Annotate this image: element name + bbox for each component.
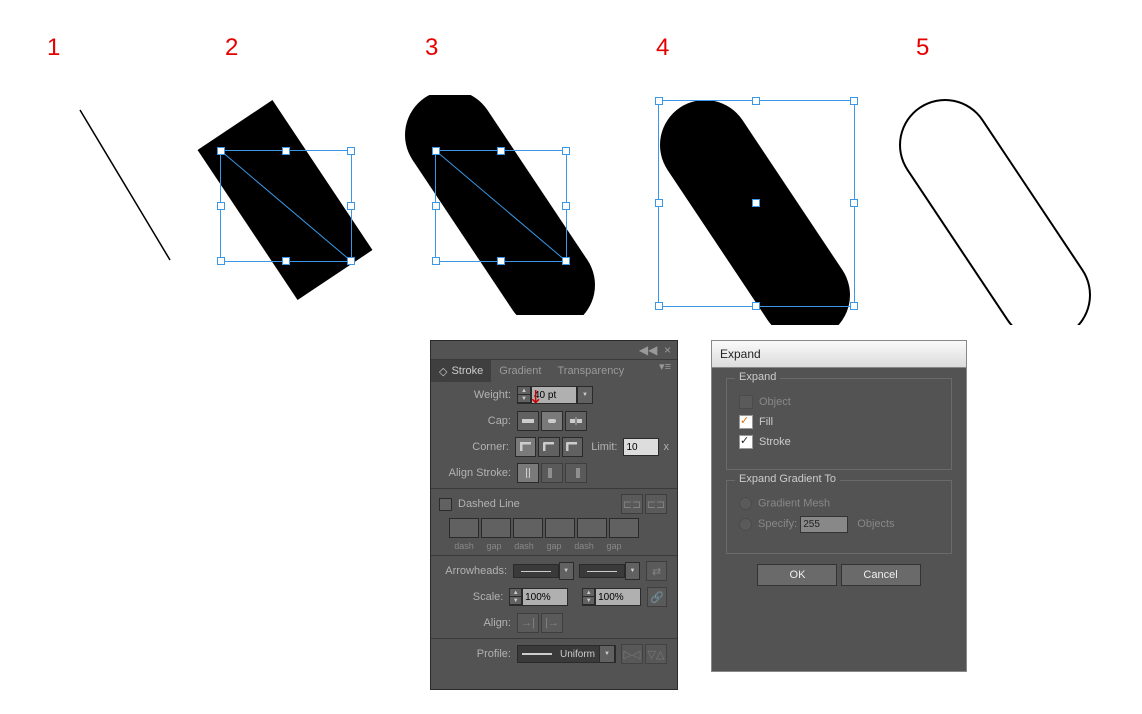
- gap2-input[interactable]: [545, 518, 575, 538]
- arrowheads-label: Arrowheads:: [439, 565, 513, 577]
- step2-shape-area: [190, 95, 380, 305]
- gap-col-label-1: gap: [479, 541, 509, 551]
- gap-col-label-2: gap: [539, 541, 569, 551]
- limit-unit-label: x: [663, 441, 669, 453]
- expand-dialog: Expand Expand Object Fill Stroke Expand …: [711, 340, 967, 672]
- gradient-mesh-radio: [739, 497, 752, 510]
- dash2-input[interactable]: [513, 518, 543, 538]
- dashed-line-label: Dashed Line: [458, 498, 520, 510]
- gradient-mesh-label: Gradient Mesh: [758, 497, 830, 509]
- dash3-input[interactable]: [577, 518, 607, 538]
- step4-shape-area: [640, 95, 870, 325]
- arrow-start-swatch[interactable]: [513, 564, 558, 578]
- expand-dialog-titlebar: Expand: [712, 341, 966, 368]
- corner-miter-button[interactable]: [515, 437, 536, 457]
- profile-label: Profile:: [439, 648, 517, 660]
- gap3-input[interactable]: [609, 518, 639, 538]
- corner-round-button[interactable]: [538, 437, 559, 457]
- tab-transparency[interactable]: Transparency: [549, 360, 632, 382]
- cap-projecting-button[interactable]: [565, 411, 587, 431]
- gap1-input[interactable]: [481, 518, 511, 538]
- scale-start-stepper[interactable]: ▲▼: [509, 588, 522, 606]
- step-number-3: 3: [425, 34, 438, 62]
- cap-round-button[interactable]: [541, 411, 563, 431]
- scale-link-button[interactable]: 🔗: [647, 587, 667, 607]
- step1-line: [50, 100, 190, 270]
- scale-end-stepper[interactable]: ▲▼: [582, 588, 595, 606]
- dash1-input[interactable]: [449, 518, 479, 538]
- arrow-end-dropdown[interactable]: ▼: [625, 562, 640, 580]
- stroke-checkbox[interactable]: [739, 435, 753, 449]
- profile-flip-y-button[interactable]: ▽△: [645, 644, 667, 664]
- dash-align-preserve-button[interactable]: ⊏⊐: [621, 494, 643, 514]
- weight-dropdown[interactable]: ▼: [577, 386, 593, 404]
- cancel-button[interactable]: Cancel: [841, 564, 921, 586]
- step-number-4: 4: [656, 34, 669, 62]
- fill-label: Fill: [759, 416, 773, 428]
- stroke-panel: ◀◀ × ◇ Stroke Gradient Transparency ▾≡ W…: [430, 340, 678, 690]
- cap-butt-button[interactable]: [517, 411, 539, 431]
- tab-stroke-label: Stroke: [451, 365, 483, 377]
- arrow-align-end-button[interactable]: |→: [541, 613, 563, 633]
- arrow-start-dropdown[interactable]: ▼: [559, 562, 574, 580]
- align-stroke-label: Align Stroke:: [439, 467, 517, 479]
- limit-label: Limit:: [591, 441, 623, 453]
- cap-label: Cap:: [439, 415, 517, 427]
- panel-collapse-icon[interactable]: ◀◀ ×: [431, 341, 677, 360]
- dash-col-label-1: dash: [449, 541, 479, 551]
- specify-radio: [739, 518, 752, 531]
- align-label: Align:: [439, 617, 517, 629]
- tab-stroke[interactable]: ◇ Stroke: [431, 360, 491, 382]
- step-number-2: 2: [225, 34, 238, 62]
- profile-value: Uniform: [556, 649, 599, 660]
- fill-checkbox[interactable]: [739, 415, 753, 429]
- objects-label: Objects: [857, 518, 894, 530]
- step5-outline: [880, 95, 1110, 325]
- dash-col-label-2: dash: [509, 541, 539, 551]
- object-checkbox: [739, 395, 753, 409]
- object-label: Object: [759, 396, 791, 408]
- dash-col-label-3: dash: [569, 541, 599, 551]
- expand-section-label: Expand: [735, 371, 780, 383]
- ok-button[interactable]: OK: [757, 564, 837, 586]
- step-number-1: 1: [47, 34, 60, 62]
- profile-flip-x-button[interactable]: ▷◁: [621, 644, 643, 664]
- corner-label: Corner:: [439, 441, 515, 453]
- arrow-swap-button[interactable]: ⇄: [646, 561, 667, 581]
- profile-preview-icon: [522, 653, 552, 655]
- gap-col-label-3: gap: [599, 541, 629, 551]
- profile-dropdown[interactable]: ▼: [599, 645, 615, 663]
- scale-start-input[interactable]: [522, 588, 568, 606]
- specify-input: [800, 516, 848, 533]
- align-stroke-center-button[interactable]: [517, 463, 539, 483]
- specify-label: Specify:: [758, 518, 797, 530]
- stroke-label: Stroke: [759, 436, 791, 448]
- align-stroke-outside-button[interactable]: [565, 463, 587, 483]
- corner-bevel-button[interactable]: [562, 437, 583, 457]
- expand-gradient-section-label: Expand Gradient To: [735, 473, 840, 485]
- step3-shape-area: [395, 95, 605, 315]
- align-stroke-inside-button[interactable]: [541, 463, 563, 483]
- step-number-5: 5: [916, 34, 929, 62]
- weight-label: Weight:: [439, 389, 517, 401]
- tab-gradient[interactable]: Gradient: [491, 360, 549, 382]
- scale-end-input[interactable]: [595, 588, 641, 606]
- scale-label: Scale:: [439, 591, 509, 603]
- dash-align-corners-button[interactable]: ⊏⊐: [645, 494, 667, 514]
- arrow-align-tip-button[interactable]: →|: [517, 613, 539, 633]
- dashed-line-checkbox[interactable]: [439, 498, 452, 511]
- arrow-end-swatch[interactable]: [579, 564, 624, 578]
- limit-input[interactable]: [623, 438, 659, 456]
